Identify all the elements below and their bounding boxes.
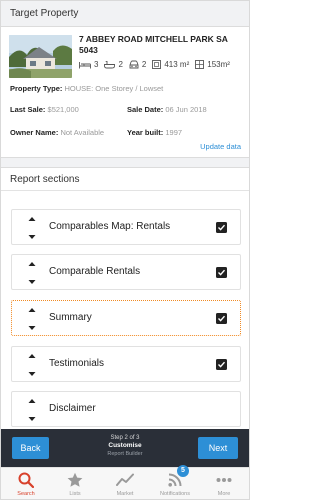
- owner-name: Owner Name: Not Available: [10, 128, 104, 137]
- tab-label: Notifications: [160, 491, 190, 497]
- property-address: 7 ABBEY ROAD MITCHELL PARK SA 5043: [79, 34, 228, 55]
- section-checkbox[interactable]: [216, 313, 227, 324]
- tab-label: More: [217, 491, 231, 497]
- land-size: 413 m²: [164, 60, 190, 69]
- baths-count: 2: [118, 60, 123, 69]
- land-size-icon: [152, 60, 162, 69]
- tab-search[interactable]: Search: [6, 471, 46, 497]
- owner-name-label: Owner Name:: [10, 128, 59, 137]
- section-label: Comparables Map: Rentals: [49, 221, 171, 232]
- tab-more[interactable]: More: [204, 471, 244, 497]
- car-icon: [129, 60, 139, 69]
- sale-date-label: Sale Date:: [127, 105, 164, 114]
- tab-label: Lists: [69, 491, 81, 497]
- section-label: Disclaimer: [49, 403, 96, 414]
- section-row-comparable-rentals[interactable]: Comparable Rentals: [11, 254, 241, 290]
- property-photo: [9, 35, 72, 78]
- section-row-comparables-map-rentals[interactable]: Comparables Map: Rentals: [11, 209, 241, 245]
- search-icon: [18, 472, 34, 488]
- tab-lists[interactable]: Lists: [55, 471, 95, 497]
- target-property-header: Target Property: [1, 1, 249, 27]
- wizard-step-bar: Back Step 2 of 3 Customise Report Builde…: [1, 429, 249, 467]
- app-frame: Target Property 7 ABBEY ROAD MITCHELL PA…: [0, 0, 250, 500]
- section-checkbox[interactable]: [216, 359, 227, 370]
- bottom-tab-bar: Search Lists Market 5 Notifications More: [1, 465, 249, 499]
- next-button[interactable]: Next: [198, 437, 238, 459]
- section-label: Testimonials: [49, 358, 105, 369]
- target-property-title: Target Property: [10, 8, 79, 19]
- reorder-arrows-icon[interactable]: [28, 216, 36, 240]
- tab-label: Search: [17, 491, 35, 497]
- property-features: 3 2 2 413 m² 153m²: [79, 60, 233, 69]
- reorder-arrows-icon[interactable]: [28, 398, 36, 422]
- last-sale: Last Sale: $521,000: [10, 105, 79, 114]
- target-property-card: 7 ABBEY ROAD MITCHELL PARK SA 5043 3 2 2…: [1, 27, 249, 158]
- property-type: Property Type: HOUSE: One Storey / Lowse…: [10, 84, 163, 93]
- property-type-label: Property Type:: [10, 84, 63, 93]
- owner-name-value: Not Available: [60, 128, 105, 137]
- report-sections-header: Report sections: [1, 167, 249, 191]
- floor-area: 153m²: [207, 60, 230, 69]
- step-indicator: Step 2 of 3 Customise Report Builder: [71, 434, 179, 458]
- beds-count: 3: [94, 60, 99, 69]
- tab-label: Market: [116, 491, 134, 497]
- section-row-disclaimer[interactable]: Disclaimer: [11, 391, 241, 427]
- section-label: Comparable Rentals: [49, 266, 141, 277]
- reorder-arrows-icon[interactable]: [28, 353, 36, 377]
- section-row-summary[interactable]: Summary: [11, 300, 241, 336]
- tab-notifications[interactable]: 5 Notifications: [155, 465, 195, 497]
- last-sale-value: $521,000: [47, 105, 79, 114]
- back-button[interactable]: Back: [12, 437, 49, 459]
- bath-icon: [104, 60, 116, 68]
- bed-icon: [79, 61, 91, 68]
- year-built-label: Year built:: [127, 128, 164, 137]
- sale-date-value: 06 Jun 2018: [165, 105, 207, 114]
- reorder-arrows-icon[interactable]: [28, 307, 36, 331]
- list-top-fade: [1, 191, 249, 196]
- star-icon: [67, 472, 83, 487]
- sale-date: Sale Date: 06 Jun 2018: [127, 105, 207, 114]
- step-subtitle: Report Builder: [107, 451, 143, 457]
- property-type-value: HOUSE: One Storey / Lowset: [64, 84, 164, 93]
- trend-icon: [116, 473, 134, 486]
- reorder-arrows-icon[interactable]: [28, 261, 36, 285]
- update-data-link[interactable]: Update data: [200, 142, 241, 151]
- section-label: Summary: [49, 312, 92, 323]
- more-icon: [216, 478, 232, 482]
- year-built: Year built: 1997: [127, 128, 182, 137]
- step-count: Step 2 of 3: [110, 435, 140, 441]
- cars-count: 2: [141, 60, 147, 69]
- section-checkbox[interactable]: [216, 267, 227, 278]
- tab-market[interactable]: Market: [105, 471, 145, 497]
- last-sale-label: Last Sale:: [10, 105, 46, 114]
- section-checkbox[interactable]: [216, 222, 227, 233]
- report-sections-title: Report sections: [10, 174, 80, 185]
- step-title: Customise: [108, 442, 142, 449]
- report-sections-list[interactable]: Comparables Map: Rentals Comparable Rent…: [1, 191, 249, 429]
- floor-area-icon: [195, 60, 205, 69]
- section-row-testimonials[interactable]: Testimonials: [11, 346, 241, 382]
- year-built-value: 1997: [165, 128, 183, 137]
- notifications-badge: 5: [177, 465, 189, 477]
